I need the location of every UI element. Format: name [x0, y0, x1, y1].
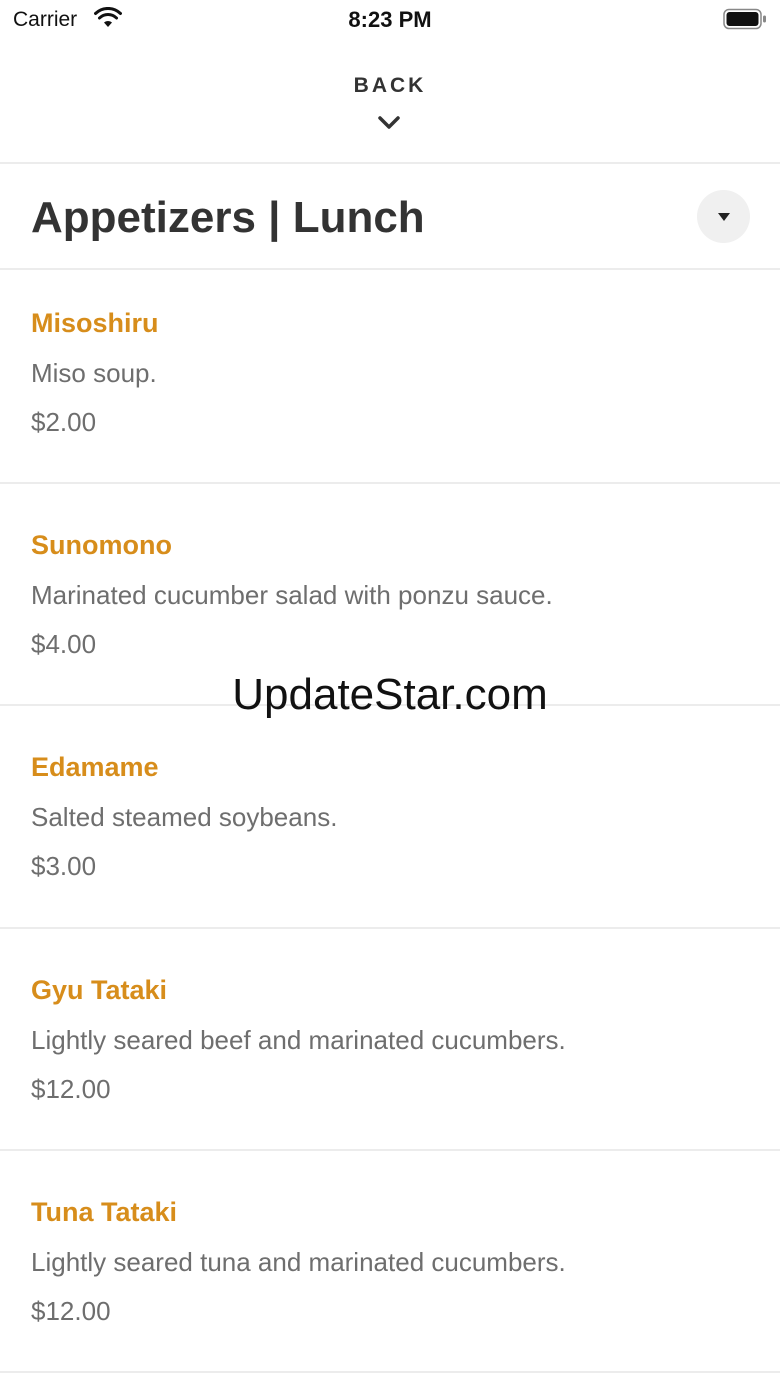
status-bar: Carrier 8:23 PM — [0, 0, 780, 40]
menu-item[interactable]: Gyu Tataki Lightly seared beef and marin… — [0, 937, 780, 1157]
caret-down-icon — [718, 213, 730, 221]
menu-item-description: Salted steamed soybeans. — [31, 802, 338, 832]
back-button[interactable]: BACK — [0, 62, 780, 162]
menu-item-price: $2.00 — [31, 407, 97, 437]
menu-item-name: Tuna Tataki — [31, 1197, 178, 1227]
menu-item-description: Miso soup. — [31, 358, 157, 388]
menu-item[interactable]: Misoshiru Miso soup. $2.00 — [0, 270, 780, 490]
divider — [0, 482, 780, 484]
menu-item[interactable]: Sunomono Marinated cucumber salad with p… — [0, 492, 780, 712]
menu-item-price: $3.00 — [31, 851, 97, 881]
menu-item-name: Sunomono — [31, 530, 172, 560]
chevron-down-icon — [378, 116, 400, 129]
status-time: 8:23 PM — [348, 7, 432, 32]
menu-item-description: Lightly seared beef and marinated cucumb… — [31, 1025, 566, 1055]
menu-item-description: Marinated cucumber salad with ponzu sauc… — [31, 580, 553, 610]
divider — [0, 1149, 780, 1151]
menu-item-name: Misoshiru — [31, 308, 159, 338]
page-title: Appetizers | Lunch — [31, 193, 425, 242]
menu-item-price: $12.00 — [31, 1296, 111, 1326]
battery-icon — [723, 8, 766, 30]
menu-item[interactable]: Edamame Salted steamed soybeans. $3.00 — [0, 714, 780, 934]
divider — [0, 1371, 780, 1373]
divider — [0, 927, 780, 929]
menu-item-description: Lightly seared tuna and marinated cucumb… — [31, 1247, 566, 1277]
menu-item[interactable]: Tuna Tataki Lightly seared tuna and mari… — [0, 1159, 780, 1379]
menu-item-name: Edamame — [31, 752, 159, 782]
menu-item-price: $12.00 — [31, 1074, 111, 1104]
category-dropdown-button[interactable] — [697, 190, 750, 243]
divider — [0, 704, 780, 706]
category-header: Appetizers | Lunch — [0, 164, 780, 268]
menu-item-name: Gyu Tataki — [31, 975, 168, 1005]
back-label: BACK — [353, 74, 427, 97]
menu-item-price: $4.00 — [31, 629, 97, 659]
